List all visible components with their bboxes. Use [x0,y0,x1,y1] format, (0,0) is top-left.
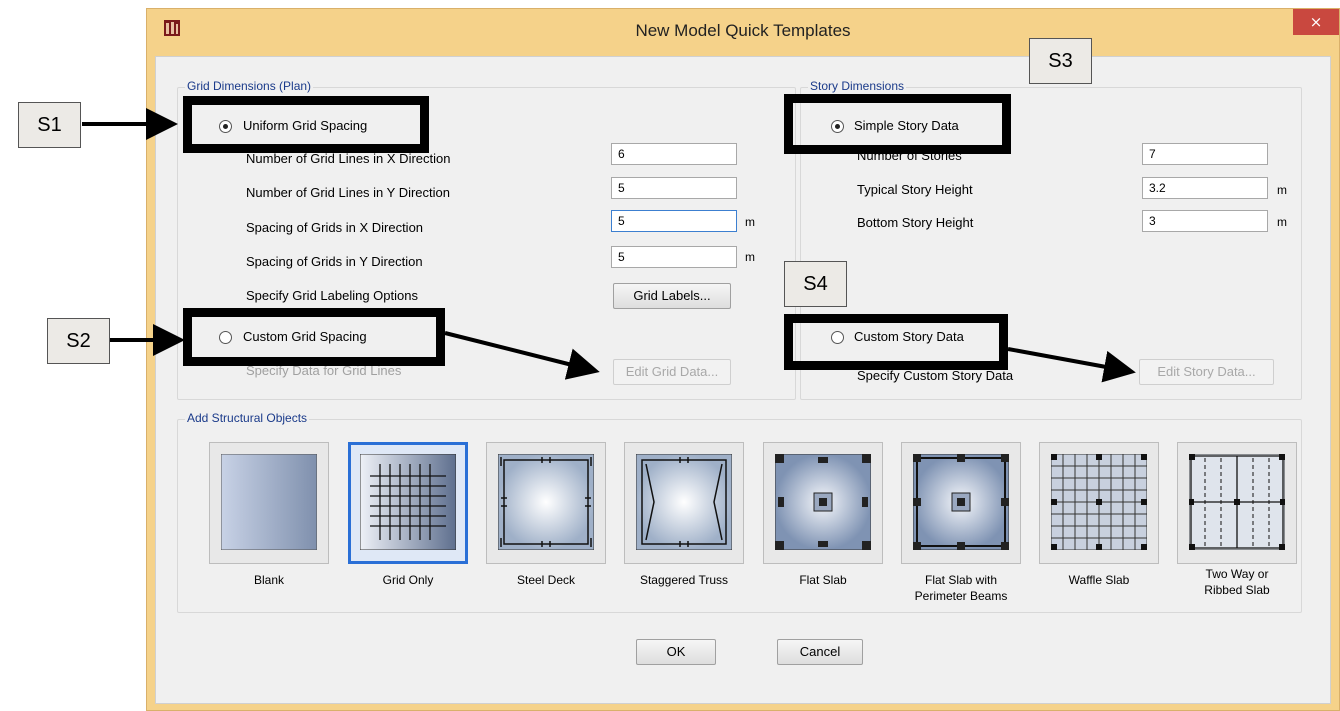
grid-lines-x-input[interactable]: 6 [611,143,737,165]
annotation-s1: S1 [18,102,81,148]
grid-lines-y-label: Number of Grid Lines in Y Direction [246,185,451,200]
bottom-story-height-input[interactable]: 3 [1142,210,1268,232]
custom-story-data-label: Specify Custom Story Data [857,368,1014,383]
grid-labeling-label: Specify Grid Labeling Options [246,288,418,303]
template-tile-staggered-truss[interactable] [624,442,744,564]
template-tile-flat-slab[interactable] [763,442,883,564]
grid-lines-y-input[interactable]: 5 [611,177,737,199]
close-icon: × [1309,13,1323,31]
highlight-uniform-grid [183,96,429,153]
grid-dimensions-title: Grid Dimensions (Plan) [185,79,314,93]
stories-count-input[interactable]: 7 [1142,143,1268,165]
spacing-x-label: Spacing of Grids in X Direction [246,220,424,235]
template-tile-grid-only[interactable] [348,442,468,564]
template-tile-steel-deck[interactable] [486,442,606,564]
template-label-flat-slab: Flat Slab [799,573,847,587]
highlight-simple-story [784,94,1011,154]
spacing-y-input[interactable]: 5 [611,246,737,268]
template-label-flat-slab-perimeter-1: Flat Slab with [924,573,998,587]
highlight-custom-story [784,314,1008,370]
story-dimensions-title: Story Dimensions [808,79,907,93]
bottom-story-height-unit: m [1277,215,1287,229]
flat-slab-template-icon [775,454,871,550]
grid-labels-button[interactable]: Grid Labels... [613,283,731,309]
title-bar[interactable]: New Model Quick Templates × [147,9,1339,56]
typical-story-height-input[interactable]: 3.2 [1142,177,1268,199]
two-way-ribbed-slab-template-icon [1189,454,1285,550]
staggered-truss-template-icon [636,454,732,550]
ok-button[interactable]: OK [636,639,716,665]
template-label-blank: Blank [253,573,285,587]
bottom-story-height-label: Bottom Story Height [857,215,974,230]
highlight-custom-grid [183,308,445,366]
steel-deck-template-icon [498,454,594,550]
dialog-client-area: Grid Dimensions (Plan) Story Dimensions … [155,56,1331,704]
window-title: New Model Quick Templates [635,21,851,40]
template-tile-blank[interactable] [209,442,329,564]
template-tile-two-way-ribbed[interactable] [1177,442,1297,564]
spacing-x-unit: m [745,215,755,229]
template-label-steel-deck: Steel Deck [516,573,576,587]
template-tile-flat-slab-perimeter[interactable] [901,442,1021,564]
template-label-waffle-slab: Waffle Slab [1068,573,1130,587]
spacing-y-label: Spacing of Grids in Y Direction [246,254,423,269]
blank-template-icon [221,454,317,550]
annotation-s2: S2 [47,318,110,364]
spacing-x-input[interactable]: 5 [611,210,737,232]
annotation-s3: S3 [1029,38,1092,84]
edit-grid-data-button[interactable]: Edit Grid Data... [613,359,731,385]
waffle-slab-template-icon [1051,454,1147,550]
template-label-two-way-2: Ribbed Slab [1204,583,1270,597]
cancel-button[interactable]: Cancel [777,639,863,665]
flat-slab-perimeter-beams-template-icon [913,454,1009,550]
structural-objects-title: Add Structural Objects [185,411,310,425]
grid-only-template-icon [360,454,456,550]
spacing-y-unit: m [745,250,755,264]
template-label-two-way-1: Two Way or [1205,567,1269,581]
edit-story-data-button[interactable]: Edit Story Data... [1139,359,1274,385]
grid-lines-x-label: Number of Grid Lines in X Direction [246,151,451,166]
template-label-flat-slab-perimeter-2: Perimeter Beams [914,589,1008,603]
template-label-grid-only: Grid Only [382,573,434,587]
typical-story-height-label: Typical Story Height [857,182,973,197]
template-tile-waffle-slab[interactable] [1039,442,1159,564]
template-label-staggered-truss: Staggered Truss [639,573,729,587]
annotation-s4: S4 [784,261,847,307]
close-button[interactable]: × [1293,9,1339,35]
typical-story-height-unit: m [1277,183,1287,197]
